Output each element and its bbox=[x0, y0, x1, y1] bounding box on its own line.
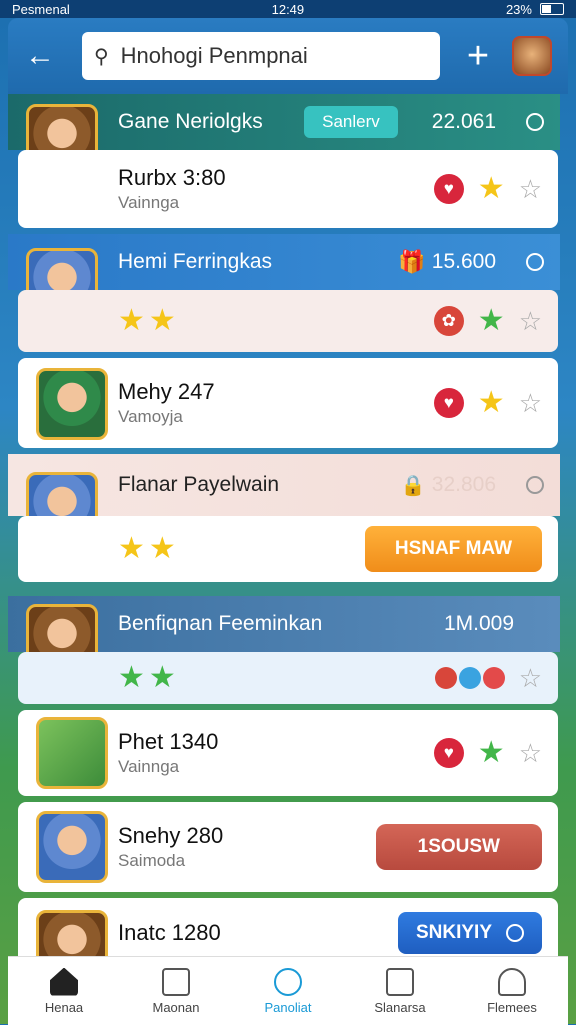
green-star-icon: ★ bbox=[477, 736, 505, 769]
item-subtitle: Vainnga bbox=[118, 193, 180, 212]
heart-icon[interactable]: ♥ bbox=[433, 738, 464, 768]
item-title: Mehy 247 bbox=[118, 379, 215, 404]
badge-icon[interactable]: ✿ bbox=[433, 306, 464, 336]
item-title: Phet 1340 bbox=[118, 729, 219, 754]
star-outline-icon[interactable]: ☆ bbox=[519, 665, 542, 691]
item-subtitle: Saimoda bbox=[118, 851, 186, 870]
back-arrow-icon: ← bbox=[25, 39, 55, 72]
bottom-nav: Henaa Maonan Panoliat Slanarsa Flemees bbox=[8, 956, 568, 1025]
blue-button-label: SNKIYIY bbox=[415, 922, 492, 943]
group-value: 32.806 bbox=[431, 473, 496, 496]
star-icon: ★ bbox=[477, 172, 505, 205]
status-bar: Pesmenal 12:49 23% bbox=[0, 0, 576, 18]
nav-label: Flemees bbox=[487, 999, 537, 1015]
item-title: Inatc 1280 bbox=[118, 920, 221, 945]
game-thumbnail bbox=[36, 717, 108, 789]
star-outline-icon[interactable]: ☆ bbox=[519, 176, 542, 202]
nav-label: Slanarsa bbox=[374, 999, 426, 1015]
game-thumbnail bbox=[36, 811, 108, 883]
list-item[interactable]: Rurbx 3:80 Vainnga ♥ ★ ☆ bbox=[18, 150, 558, 228]
star-icon: ★ bbox=[118, 304, 145, 337]
group-value: 1M.009 bbox=[443, 612, 514, 635]
item-subtitle: Vamoyja bbox=[118, 407, 183, 426]
nav-item-map[interactable]: Maonan bbox=[126, 967, 226, 1015]
star-outline-icon[interactable]: ☆ bbox=[519, 308, 542, 334]
nav-label: Henaa bbox=[44, 999, 84, 1015]
item-title: Snehy 280 bbox=[118, 823, 224, 848]
green-star-icon: ★ bbox=[148, 661, 176, 694]
item-title: Rurbx 3:80 bbox=[118, 165, 226, 190]
blue-action-button[interactable]: SNKIYIY bbox=[397, 912, 542, 954]
gift-icon: 🎁 bbox=[398, 249, 426, 274]
battery-icon bbox=[539, 3, 564, 15]
nav-item-profile[interactable]: Panoliat bbox=[238, 967, 338, 1015]
star-outline-icon[interactable]: ☆ bbox=[519, 390, 542, 416]
calendar-icon bbox=[386, 967, 414, 996]
nav-label: Panoliat bbox=[264, 999, 312, 1015]
status-time: 12:49 bbox=[271, 1, 305, 17]
red-action-button[interactable]: 1SOUSW bbox=[375, 824, 542, 870]
group-header[interactable]: Gane Neriolgks Sanlerv 22.061 bbox=[8, 94, 560, 176]
group-title: Flanar Payelwain bbox=[118, 473, 280, 496]
search-icon: ⚲ bbox=[94, 45, 109, 68]
nav-item-home[interactable]: Henaa bbox=[14, 967, 114, 1015]
heart-icon[interactable]: ♥ bbox=[433, 174, 464, 204]
profile-icon bbox=[274, 967, 302, 996]
lock-icon: 🔒 bbox=[400, 474, 426, 497]
action-row[interactable]: ★ ★ HSNAF MAW bbox=[18, 516, 558, 582]
star-icon: ★ bbox=[148, 304, 176, 337]
group-header[interactable]: Flanar Payelwain 🔒 32.806 bbox=[8, 454, 560, 544]
group-header[interactable]: Benfiqnan Feeminkan 1M.009 bbox=[8, 596, 560, 676]
group-title: Gane Neriolgks bbox=[118, 110, 263, 133]
map-icon bbox=[162, 967, 190, 996]
star-icon: ★ bbox=[118, 532, 145, 565]
profile-avatar[interactable] bbox=[512, 36, 552, 76]
search-input[interactable] bbox=[118, 42, 428, 70]
circle-icon[interactable] bbox=[526, 476, 544, 494]
game-thumbnail bbox=[36, 368, 108, 440]
green-star-icon: ★ bbox=[477, 304, 505, 337]
top-bar: ← ⚲ + bbox=[8, 18, 568, 94]
home-icon bbox=[50, 967, 78, 996]
green-star-icon: ★ bbox=[118, 661, 145, 694]
circle-icon bbox=[506, 924, 524, 942]
add-button[interactable]: + bbox=[458, 35, 498, 78]
rating-row[interactable]: ★ ★ ✿ ★ ☆ bbox=[18, 290, 558, 352]
badge-cluster-icon[interactable] bbox=[434, 667, 505, 689]
rating-row[interactable]: ★ ★ ☆ bbox=[18, 652, 558, 704]
group-value: 22.061 bbox=[431, 110, 496, 133]
list-item[interactable]: Mehy 247 Vamoyja ♥ ★ ☆ bbox=[18, 358, 558, 448]
battery-percent: 23% bbox=[505, 1, 532, 17]
nav-item-friends[interactable]: Flemees bbox=[462, 967, 562, 1015]
status-carrier: Pesmenal bbox=[12, 1, 70, 17]
group-title: Benfiqnan Feeminkan bbox=[118, 612, 323, 635]
nav-item-calendar[interactable]: Slanarsa bbox=[350, 967, 450, 1015]
star-icon: ★ bbox=[148, 532, 176, 565]
star-outline-icon[interactable]: ☆ bbox=[519, 740, 542, 766]
orange-action-button[interactable]: HSNAF MAW bbox=[364, 526, 542, 572]
nav-label: Maonan bbox=[152, 999, 200, 1015]
group-title: Hemi Ferringkas bbox=[118, 250, 273, 273]
friends-icon bbox=[498, 967, 526, 996]
heart-icon[interactable]: ♥ bbox=[433, 388, 464, 418]
search-bar[interactable]: ⚲ bbox=[82, 32, 440, 80]
group-value: 15.600 bbox=[431, 250, 496, 273]
group-header[interactable]: Hemi Ferringkas 🎁 15.600 bbox=[8, 234, 560, 320]
list-item[interactable]: Snehy 280 Saimoda 1SOUSW bbox=[18, 802, 558, 892]
status-right: 23% bbox=[506, 2, 564, 17]
back-button[interactable]: ← bbox=[18, 34, 62, 78]
item-subtitle: Vainnga bbox=[118, 757, 180, 776]
star-icon: ★ bbox=[477, 386, 505, 419]
list-item[interactable]: Phet 1340 Vainnga ♥ ★ ☆ bbox=[18, 710, 558, 796]
circle-icon[interactable] bbox=[526, 113, 544, 131]
group-pill[interactable]: Sanlerv bbox=[304, 106, 398, 138]
circle-icon[interactable] bbox=[526, 253, 544, 271]
game-list: Gane Neriolgks Sanlerv 22.061 Rurbx 3:80… bbox=[8, 94, 560, 982]
